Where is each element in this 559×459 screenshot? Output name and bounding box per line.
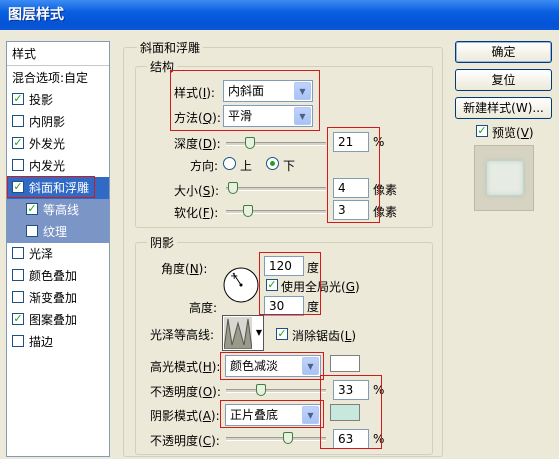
window-title: 图层样式 (0, 0, 559, 30)
depth-slider[interactable] (226, 142, 326, 146)
highlight-frame-angle (259, 252, 321, 315)
style-list-item-label: 内阴影 (29, 115, 66, 129)
style-list-item[interactable]: 纹理 (7, 221, 109, 243)
soften-slider[interactable] (226, 210, 326, 214)
new-style-button[interactable]: 新建样式(W)... (455, 97, 552, 119)
style-list-item-label: 等高线 (43, 203, 80, 217)
style-checkbox[interactable] (12, 291, 24, 303)
style-checkbox[interactable]: ✓ (12, 137, 24, 149)
highlight-frame-structure-values (327, 127, 380, 223)
highlight-frame-highlight-mode (220, 352, 324, 380)
style-list-item[interactable]: ✓ 图案叠加 (7, 309, 109, 331)
contour-curve-icon (224, 317, 252, 349)
shading-title: 阴影 (147, 234, 178, 251)
anti-alias-label: 消除锯齿(L) (292, 329, 357, 343)
shadow-opacity-slider-thumb[interactable] (282, 432, 293, 444)
gloss-contour-label: 光泽等高线: (150, 328, 215, 342)
depth-label: 深度(D): (174, 137, 221, 151)
style-checkbox[interactable]: ✓ (26, 203, 38, 215)
style-checkbox[interactable] (12, 269, 24, 281)
preview-label: 预览(V) (492, 126, 534, 140)
style-list-item[interactable]: 光泽 (7, 243, 109, 265)
style-list-item[interactable]: 内阴影 (7, 111, 109, 133)
highlight-opacity-slider[interactable] (226, 389, 326, 393)
soften-slider-thumb[interactable] (243, 205, 254, 217)
style-list-item[interactable]: ✓ 投影 (7, 89, 109, 111)
style-list-item-label: 颜色叠加 (29, 269, 78, 283)
reset-button[interactable]: 复位 (455, 69, 552, 91)
style-list-item-label: 描边 (29, 335, 54, 349)
layer-style-dialog: 图层样式 样式 混合选项:自定 ✓ 投影内阴影 ✓ 外发光内发光 ✓ 斜面和浮雕 ✓ 等高线纹… (0, 0, 559, 459)
highlight-opacity-label: 不透明度(O): (150, 385, 221, 399)
direction-down-label: 下 (283, 159, 296, 173)
bevel-emboss-title: 斜面和浮雕 (137, 39, 204, 56)
highlight-frame-shadow-mode (220, 400, 324, 428)
shadow-mode-label: 阴影模式(A): (150, 409, 220, 423)
angle-dial[interactable]: + (222, 266, 260, 304)
direction-up-label: 上 (240, 159, 253, 173)
angle-label: 角度(N): (161, 262, 208, 276)
highlight-color-swatch[interactable] (330, 355, 360, 372)
preview-checkbox[interactable]: ✓ (476, 125, 488, 137)
angle-dial-crosshair: + (230, 271, 238, 282)
style-list-item[interactable]: ✓ 等高线 (7, 199, 109, 221)
style-list-item-label: 投影 (29, 93, 54, 107)
preview-swatch (486, 160, 524, 196)
style-checkbox[interactable] (26, 225, 38, 237)
highlight-frame-opacity (320, 375, 382, 449)
size-label: 大小(S): (174, 184, 220, 198)
contour-dropdown-arrow-icon[interactable]: ▼ (256, 328, 262, 337)
depth-slider-thumb[interactable] (244, 137, 255, 149)
altitude-label: 高度: (189, 301, 218, 315)
style-list-item[interactable]: 渐变叠加 (7, 287, 109, 309)
style-checkbox[interactable] (12, 159, 24, 171)
highlight-opacity-slider-thumb[interactable] (255, 384, 266, 396)
style-checkbox[interactable] (12, 247, 24, 259)
style-list-item-label: 渐变叠加 (29, 291, 78, 305)
style-list-item[interactable]: 内发光 (7, 155, 109, 177)
blending-options-item[interactable]: 混合选项:自定 (7, 67, 109, 89)
highlight-frame-structure-selects (170, 70, 320, 131)
style-checkbox[interactable] (12, 115, 24, 127)
style-list-item-label: 光泽 (29, 247, 54, 261)
style-checkbox[interactable]: ✓ (12, 93, 24, 105)
gloss-contour-picker[interactable]: ▼ (222, 315, 264, 351)
style-checkbox[interactable]: ✓ (12, 313, 24, 325)
style-list-item-label: 图案叠加 (29, 313, 78, 327)
size-slider[interactable] (226, 187, 326, 191)
ok-button[interactable]: 确定 (455, 41, 552, 63)
highlight-mode-label: 高光模式(H): (150, 360, 221, 374)
style-list-item[interactable]: ✓ 外发光 (7, 133, 109, 155)
contour-curve-path (224, 318, 252, 349)
size-slider-thumb[interactable] (227, 182, 238, 194)
style-list-item-label: 纹理 (43, 225, 68, 239)
style-list-item[interactable]: 描边 (7, 331, 109, 353)
style-list-item-label: 内发光 (29, 159, 66, 173)
angle-dial-center (239, 283, 243, 287)
soften-label: 软化(F): (174, 206, 219, 220)
direction-up-radio[interactable] (223, 157, 236, 170)
style-list-item-label: 外发光 (29, 137, 66, 151)
direction-label: 方向: (190, 159, 219, 173)
highlight-frame-bevel-item (7, 176, 95, 198)
style-list: 样式 混合选项:自定 ✓ 投影 内阴影 ✓ 外发光 内发光 ✓ 斜面和浮雕 ✓ 等高线 纹理 光泽 颜色… (6, 41, 110, 457)
preview-thumbnail (474, 145, 534, 211)
style-list-header[interactable]: 样式 (7, 42, 109, 66)
style-list-item[interactable]: 颜色叠加 (7, 265, 109, 287)
style-checkbox[interactable] (12, 335, 24, 347)
anti-alias-checkbox[interactable]: ✓ (276, 328, 288, 340)
shadow-opacity-label: 不透明度(C): (150, 434, 220, 448)
shadow-opacity-slider[interactable] (226, 437, 326, 441)
direction-down-radio[interactable] (266, 157, 279, 170)
